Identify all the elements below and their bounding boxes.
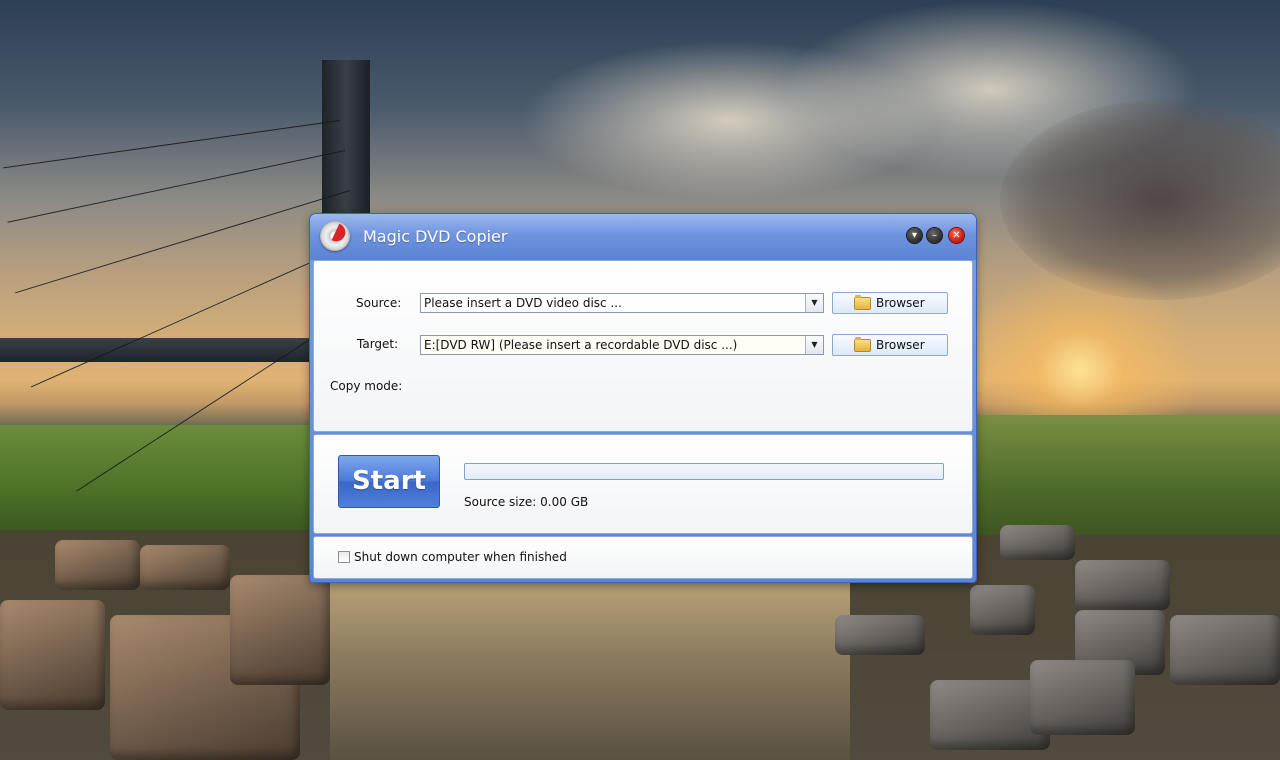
wallpaper-water: [330, 580, 850, 760]
chevron-down-icon[interactable]: ▼: [805, 294, 823, 312]
target-dropdown[interactable]: E:[DVD RW] (Please insert a recordable D…: [420, 335, 824, 355]
shutdown-checkbox[interactable]: [338, 551, 350, 563]
shutdown-checkbox-label[interactable]: Shut down computer when finished: [354, 550, 567, 564]
wallpaper-rock: [55, 540, 140, 590]
wallpaper-bridge-deck: [0, 338, 320, 362]
wallpaper-bridge-cable: [15, 190, 351, 294]
wallpaper-rock: [1000, 525, 1075, 560]
app-window: Magic DVD Copier ▾ – ✕ Source: Please in…: [310, 214, 976, 582]
wallpaper-grass: [975, 415, 1280, 535]
copy-mode-label: Copy mode:: [330, 379, 403, 393]
target-dropdown-value: E:[DVD RW] (Please insert a recordable D…: [424, 338, 738, 352]
window-close-button[interactable]: ✕: [949, 228, 964, 243]
target-browse-label: Browser: [876, 338, 925, 352]
progress-bar: [464, 463, 944, 480]
wallpaper-bridge-cable: [7, 150, 346, 223]
wallpaper-rock: [970, 585, 1035, 635]
source-browse-button[interactable]: Browser: [832, 292, 948, 314]
options-panel: Shut down computer when finished: [313, 536, 973, 579]
start-button[interactable]: Start: [338, 455, 440, 508]
folder-icon: [855, 295, 870, 309]
dvd-disc-icon: [320, 221, 350, 251]
wallpaper-rock: [140, 545, 230, 590]
wallpaper-rock: [1075, 560, 1170, 610]
folder-icon: [855, 337, 870, 351]
window-title: Magic DVD Copier: [363, 227, 508, 246]
wallpaper-rock: [230, 575, 330, 685]
target-browse-button[interactable]: Browser: [832, 334, 948, 356]
settings-panel: Source: Please insert a DVD video disc .…: [313, 260, 973, 432]
window-minimize-button[interactable]: –: [927, 228, 942, 243]
action-panel: Start Source size: 0.00 GB: [313, 434, 973, 534]
target-label: Target:: [357, 337, 399, 351]
source-dropdown[interactable]: Please insert a DVD video disc ... ▼: [420, 293, 824, 313]
source-label: Source:: [356, 296, 402, 310]
source-browse-label: Browser: [876, 296, 925, 310]
chevron-down-icon[interactable]: ▼: [805, 336, 823, 354]
wallpaper-rock: [835, 615, 925, 655]
source-size-text: Source size: 0.00 GB: [464, 495, 589, 509]
wallpaper-grass: [0, 425, 320, 530]
wallpaper-rock: [1030, 660, 1135, 735]
wallpaper-rock: [0, 600, 105, 710]
source-dropdown-value: Please insert a DVD video disc ...: [424, 296, 622, 310]
wallpaper-rock: [1170, 615, 1280, 685]
window-menu-button[interactable]: ▾: [907, 228, 922, 243]
title-bar[interactable]: Magic DVD Copier ▾ – ✕: [310, 214, 976, 260]
